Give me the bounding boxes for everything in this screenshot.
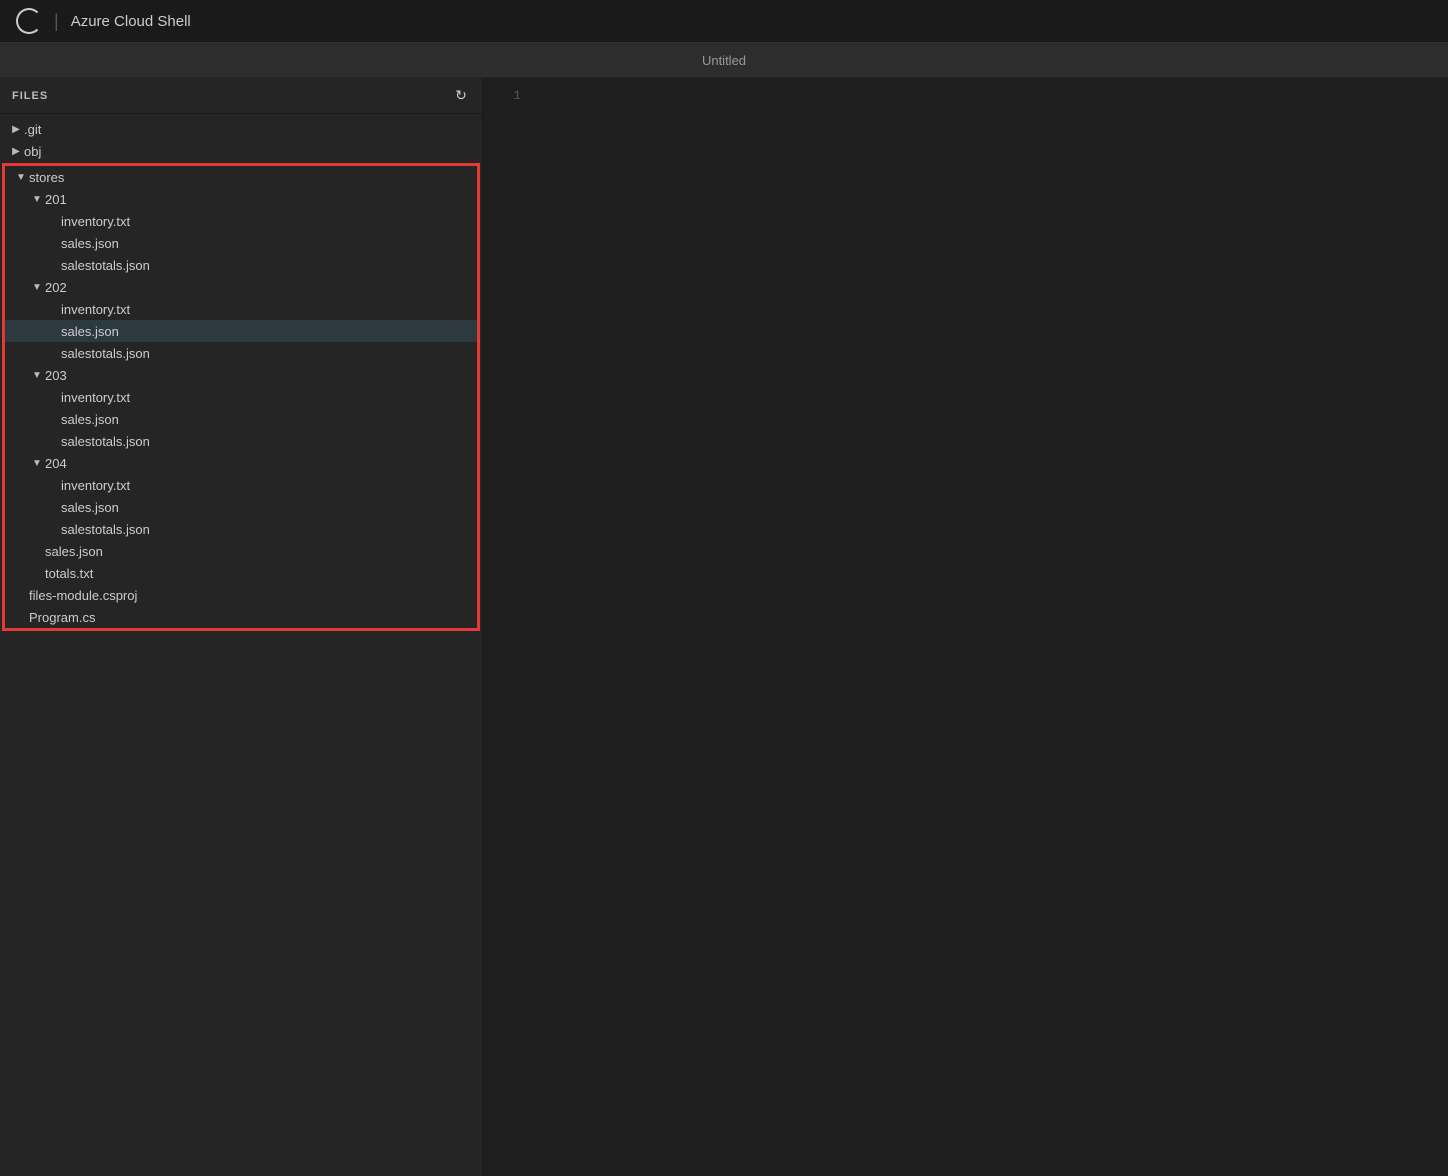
tree-label-stores-totals: totals.txt (45, 566, 477, 581)
red-highlight-box: stores 201 inventory.txt sales.json (2, 163, 480, 631)
tree-item-files-module[interactable]: files-module.csproj (5, 584, 477, 606)
tree-label-obj: obj (24, 144, 482, 159)
tree-label-salestotals-203: salestotals.json (61, 434, 477, 449)
tree-item-inventory-202[interactable]: inventory.txt (5, 298, 477, 320)
tree-item-202[interactable]: 202 (5, 276, 477, 298)
tree-item-salestotals-204[interactable]: salestotals.json (5, 518, 477, 540)
tree-item-inventory-201[interactable]: inventory.txt (5, 210, 477, 232)
tree-label-inventory-202: inventory.txt (61, 302, 477, 317)
tree-item-sales-201[interactable]: sales.json (5, 232, 477, 254)
line-numbers: 1 (483, 86, 533, 1168)
tree-item-stores-totals[interactable]: totals.txt (5, 562, 477, 584)
tree-item-sales-204[interactable]: sales.json (5, 496, 477, 518)
tree-item-program[interactable]: Program.cs (5, 606, 477, 628)
tree-arrow-201 (29, 191, 45, 207)
tree-label-stores-sales: sales.json (45, 544, 477, 559)
tree-label-sales-203: sales.json (61, 412, 477, 427)
tree-item-stores-sales[interactable]: sales.json (5, 540, 477, 562)
tree-label-sales-201: sales.json (61, 236, 477, 251)
tree-item-salestotals-202[interactable]: salestotals.json (5, 342, 477, 364)
tree-label-git: .git (24, 122, 482, 137)
main-content: FILES ↻ .git obj stores (0, 78, 1448, 1176)
tree-label-201: 201 (45, 192, 477, 207)
tree-item-inventory-203[interactable]: inventory.txt (5, 386, 477, 408)
file-tree: .git obj stores 201 (0, 114, 482, 1176)
tree-label-204: 204 (45, 456, 477, 471)
tree-label-203: 203 (45, 368, 477, 383)
line-number-1: 1 (495, 86, 521, 106)
tree-arrow-obj (8, 143, 24, 159)
tree-item-salestotals-203[interactable]: salestotals.json (5, 430, 477, 452)
tree-item-stores[interactable]: stores (5, 166, 477, 188)
tree-item-203[interactable]: 203 (5, 364, 477, 386)
tree-item-204[interactable]: 204 (5, 452, 477, 474)
tree-label-202: 202 (45, 280, 477, 295)
tree-label-files-module: files-module.csproj (29, 588, 477, 603)
tree-label-stores: stores (29, 170, 477, 185)
tree-item-sales-202[interactable]: sales.json (5, 320, 477, 342)
tree-arrow-203 (29, 367, 45, 383)
tree-label-program: Program.cs (29, 610, 477, 625)
title-separator: | (54, 11, 59, 32)
tree-arrow-git (8, 121, 24, 137)
tree-item-inventory-204[interactable]: inventory.txt (5, 474, 477, 496)
tree-label-salestotals-202: salestotals.json (61, 346, 477, 361)
tab-title: Untitled (702, 53, 746, 68)
editor-content[interactable]: 1 (483, 78, 1448, 1176)
tree-label-inventory-203: inventory.txt (61, 390, 477, 405)
tree-item-201[interactable]: 201 (5, 188, 477, 210)
tree-item-obj[interactable]: obj (0, 140, 482, 162)
title-bar: | Azure Cloud Shell (0, 0, 1448, 43)
tree-item-sales-203[interactable]: sales.json (5, 408, 477, 430)
tree-label-inventory-201: inventory.txt (61, 214, 477, 229)
tree-label-inventory-204: inventory.txt (61, 478, 477, 493)
tree-label-salestotals-204: salestotals.json (61, 522, 477, 537)
files-label: FILES (12, 90, 48, 102)
editor-area: 1 (483, 78, 1448, 1176)
file-sidebar: FILES ↻ .git obj stores (0, 78, 483, 1176)
sidebar-refresh-button[interactable]: ↻ (452, 87, 470, 105)
editor-text[interactable] (533, 86, 1448, 1168)
tree-label-salestotals-201: salestotals.json (61, 258, 477, 273)
refresh-icon[interactable] (16, 8, 42, 34)
tree-arrow-stores (13, 169, 29, 185)
tree-arrow-204 (29, 455, 45, 471)
tab-bar: Untitled (0, 43, 1448, 78)
tree-label-sales-202: sales.json (61, 324, 477, 339)
tree-item-salestotals-201[interactable]: salestotals.json (5, 254, 477, 276)
app-title: Azure Cloud Shell (71, 13, 191, 30)
sidebar-header: FILES ↻ (0, 78, 482, 114)
tree-item-git[interactable]: .git (0, 118, 482, 140)
tree-label-sales-204: sales.json (61, 500, 477, 515)
tree-arrow-202 (29, 279, 45, 295)
